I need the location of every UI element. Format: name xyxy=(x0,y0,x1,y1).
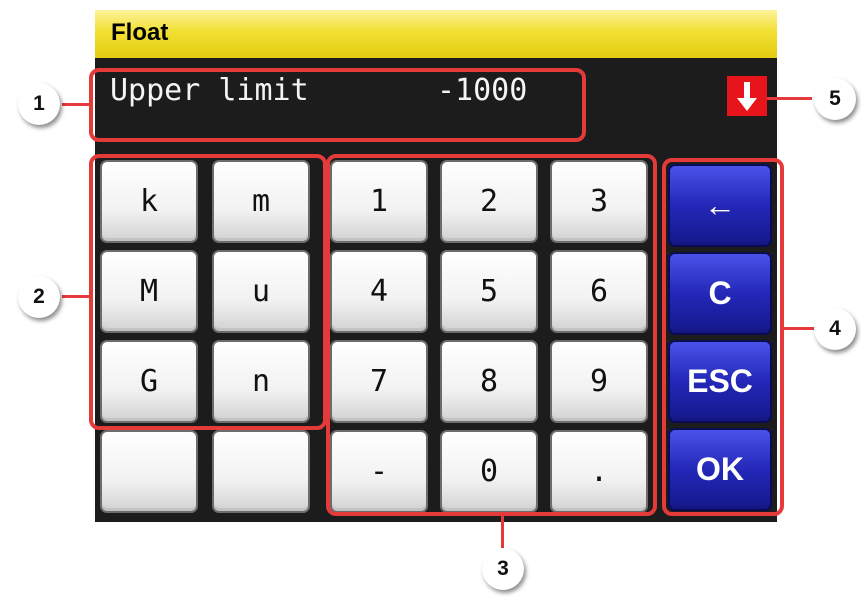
unit-key-n[interactable]: n xyxy=(212,340,310,423)
digit-key-0[interactable]: 0 xyxy=(440,430,538,513)
unit-key-M-upper[interactable]: M xyxy=(100,250,198,333)
unit-key-u[interactable]: u xyxy=(212,250,310,333)
decimal-point-key[interactable]: . xyxy=(550,430,648,513)
unit-key-G[interactable]: G xyxy=(100,340,198,423)
callout-4: 4 xyxy=(814,308,856,350)
ok-key[interactable]: OK xyxy=(668,428,772,511)
callout-4-leader xyxy=(784,327,814,330)
digit-key-2[interactable]: 2 xyxy=(440,160,538,243)
digit-key-9[interactable]: 9 xyxy=(550,340,648,423)
backspace-key[interactable]: ← xyxy=(668,164,772,247)
digit-key-3[interactable]: 3 xyxy=(550,160,648,243)
unit-key-blank-1[interactable] xyxy=(100,430,198,513)
callout-1-leader xyxy=(62,103,90,106)
digit-key-7[interactable]: 7 xyxy=(330,340,428,423)
window-title: Float xyxy=(111,19,169,46)
callout-5: 5 xyxy=(814,78,856,120)
digit-key-5[interactable]: 5 xyxy=(440,250,538,333)
input-label: Upper limit xyxy=(110,73,309,108)
clear-key[interactable]: C xyxy=(668,252,772,335)
input-value: -1000 xyxy=(437,73,528,108)
digit-key-6[interactable]: 6 xyxy=(550,250,648,333)
unit-key-m[interactable]: m xyxy=(212,160,310,243)
title-bar: Float xyxy=(95,10,777,58)
arrow-down-icon[interactable] xyxy=(727,76,767,116)
callout-3-leader xyxy=(501,516,504,548)
digit-key-1[interactable]: 1 xyxy=(330,160,428,243)
escape-key[interactable]: ESC xyxy=(668,340,772,423)
digit-key-4[interactable]: 4 xyxy=(330,250,428,333)
callout-3: 3 xyxy=(482,548,524,590)
digit-key-8[interactable]: 8 xyxy=(440,340,538,423)
minus-key[interactable]: - xyxy=(330,430,428,513)
unit-key-blank-2[interactable] xyxy=(212,430,310,513)
callout-5-leader xyxy=(767,97,812,100)
callout-2: 2 xyxy=(18,276,60,318)
unit-key-k[interactable]: k xyxy=(100,160,198,243)
callout-1: 1 xyxy=(18,83,60,125)
callout-2-leader xyxy=(62,295,90,298)
